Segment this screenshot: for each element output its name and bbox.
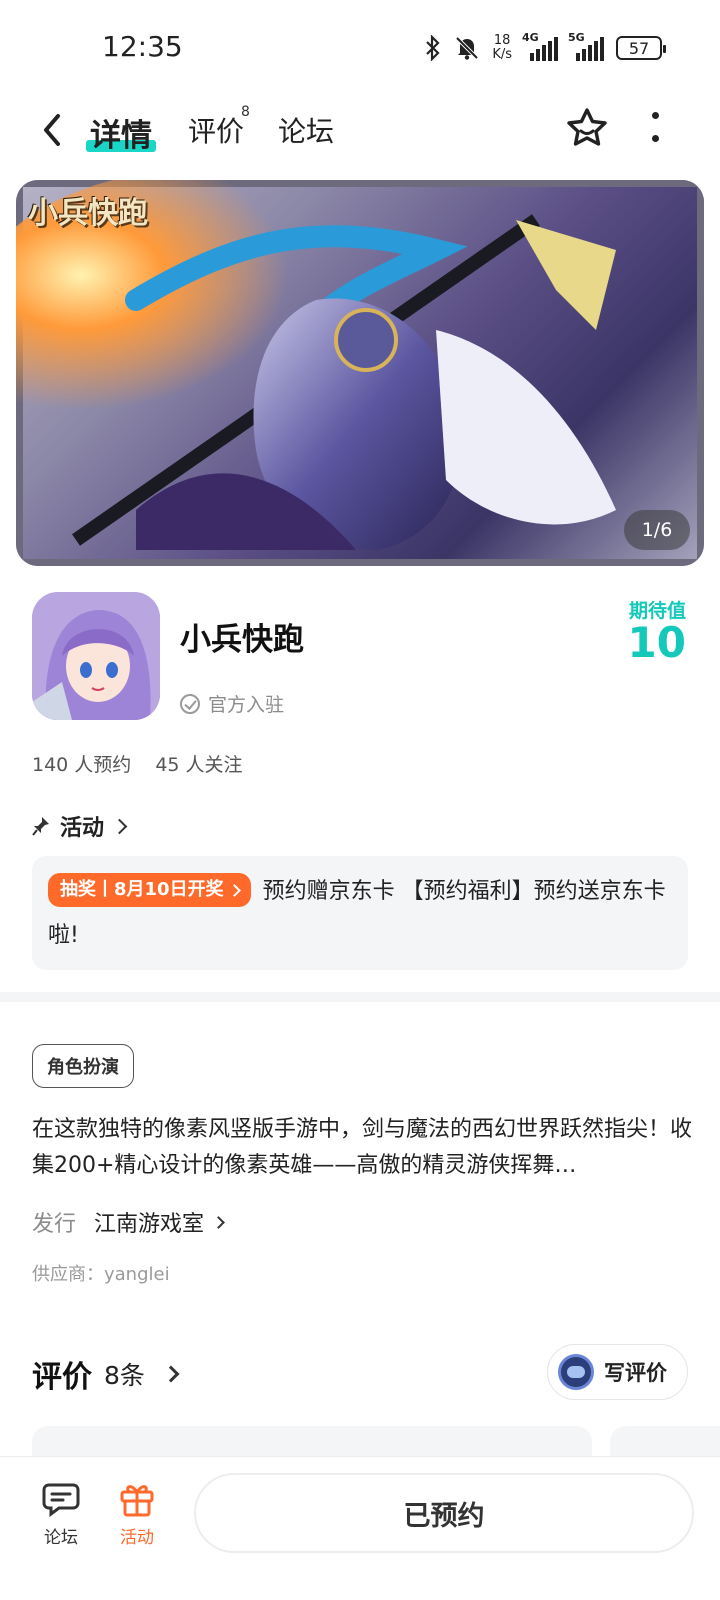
- tab-details[interactable]: 详情: [90, 110, 152, 155]
- favorite-star-icon[interactable]: [565, 106, 609, 150]
- reviews-title: 评价: [32, 1360, 92, 1395]
- write-review-button[interactable]: 写评价: [547, 1344, 688, 1400]
- supplier-info: 供应商：yanglei: [32, 1264, 170, 1285]
- back-arrow-icon[interactable]: [38, 110, 68, 150]
- official-badge: 官方入驻: [180, 690, 284, 717]
- lottery-badge-label: 抽奖丨8月10日开奖: [60, 879, 224, 900]
- tab-reviews-badge: 8: [241, 104, 250, 120]
- chevron-right-icon: [162, 1365, 180, 1383]
- network-speed-value: 18: [493, 33, 511, 48]
- tab-reviews[interactable]: 评价: [188, 110, 244, 150]
- chevron-right-icon: [111, 818, 128, 834]
- carousel-counter: 1/6: [624, 510, 690, 550]
- tab-forum[interactable]: 论坛: [278, 110, 334, 150]
- reviews-section-header[interactable]: 评价 8条: [32, 1352, 180, 1396]
- forum-chat-icon: [42, 1483, 80, 1517]
- more-options-icon[interactable]: [650, 112, 660, 142]
- pin-icon: [32, 817, 49, 836]
- reservation-count: 140 人预约: [32, 754, 132, 776]
- lottery-badge: 抽奖丨8月10日开奖: [48, 873, 251, 907]
- reserved-button[interactable]: 已预约: [194, 1473, 694, 1553]
- signal-4g-icon: 4G: [522, 31, 558, 61]
- status-icons: 18 K/s 4G 5G 57: [424, 30, 666, 66]
- banner-game-logo: 小兵快跑: [28, 196, 148, 231]
- top-nav: 详情 评价 8 论坛: [0, 96, 720, 168]
- banner-artwork: [16, 180, 704, 566]
- gift-icon: [120, 1485, 154, 1517]
- activity-card[interactable]: 抽奖丨8月10日开奖 预约赠京东卡 【预约福利】预约送京东卡啦!: [32, 856, 688, 970]
- activity-section-header[interactable]: 活动: [32, 810, 128, 842]
- signal-4g-label: 4G: [522, 31, 539, 44]
- screenshot-carousel[interactable]: 小兵快跑 1/6: [16, 180, 704, 566]
- bluetooth-icon: [426, 35, 440, 61]
- expectation-value: 10: [627, 618, 686, 667]
- signal-5g-label: 5G: [568, 31, 585, 44]
- battery-icon: 57: [616, 36, 666, 60]
- official-label: 官方入驻: [208, 694, 285, 716]
- follower-count: 45 人关注: [155, 754, 243, 776]
- publisher-label: 发行: [32, 1212, 77, 1237]
- signal-5g-icon: 5G: [568, 31, 604, 61]
- app-name: 小兵快跑: [180, 622, 304, 658]
- genre-tag[interactable]: 角色扮演: [32, 1044, 134, 1088]
- chevron-right-icon: [227, 883, 241, 897]
- network-speed: 18 K/s: [492, 34, 512, 62]
- bottom-forum-button[interactable]: 论坛: [26, 1479, 96, 1548]
- mute-bell-icon: [455, 36, 479, 60]
- write-review-label: 写评价: [604, 1361, 667, 1385]
- publisher-name: 江南游戏室: [94, 1212, 205, 1237]
- chevron-right-icon: [212, 1215, 225, 1229]
- reviews-count: 8条: [104, 1361, 145, 1390]
- battery-level: 57: [628, 38, 650, 58]
- app-stats: 140 人预约 45 人关注: [32, 750, 243, 777]
- bottom-action-bar: 论坛 活动 已预约: [0, 1456, 720, 1600]
- activity-title: 活动: [60, 816, 105, 841]
- robot-avatar-icon: [558, 1354, 594, 1390]
- section-divider: [0, 992, 720, 1002]
- status-time: 12:35: [102, 30, 183, 63]
- status-bar: 12:35 18 K/s 4G 5G 57: [0, 0, 720, 92]
- bottom-activity-label: 活动: [120, 1528, 154, 1548]
- publisher-row[interactable]: 发行 江南游戏室: [32, 1206, 225, 1238]
- bottom-forum-label: 论坛: [44, 1528, 78, 1548]
- verified-check-icon: [180, 693, 200, 714]
- game-description[interactable]: 在这款独特的像素风竖版手游中，剑与魔法的西幻世界跃然指尖！收集200+精心设计的…: [32, 1112, 692, 1184]
- app-icon: [32, 592, 160, 720]
- network-speed-unit: K/s: [492, 47, 512, 62]
- bottom-activity-button[interactable]: 活动: [102, 1479, 172, 1548]
